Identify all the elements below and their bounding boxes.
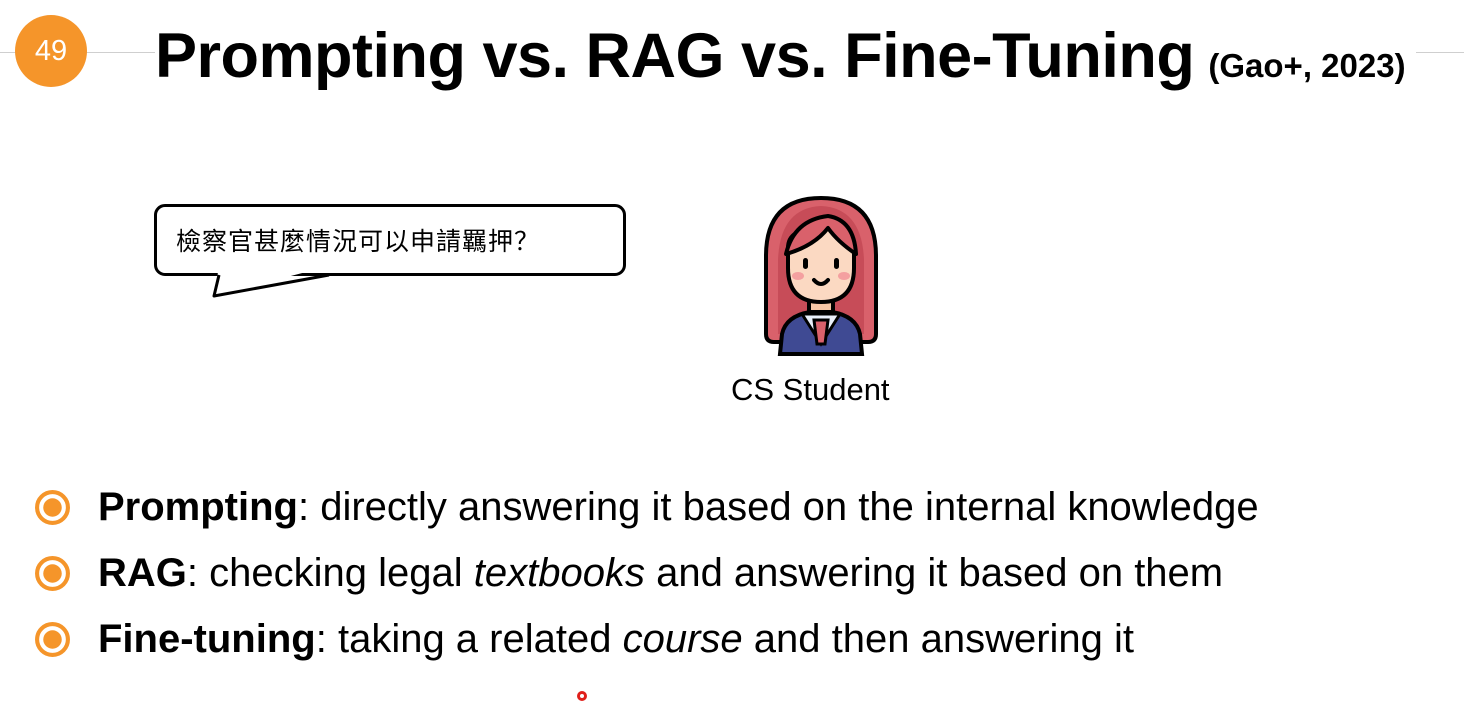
bullet-circle-icon [35,489,70,525]
bullet-item-fine-tuning: Fine-tuning: taking a related course and… [34,606,1259,672]
avatar-label: CS Student [731,372,890,407]
bullet-line: Prompting: directly answering it based o… [98,485,1259,530]
bullet-line: RAG: checking legal textbooks and answer… [98,551,1223,596]
bullet-circle-icon [35,555,70,591]
bullet-item-prompting: Prompting: directly answering it based o… [34,474,1259,540]
speech-bubble-text: 檢察官甚麼情況可以申請羈押？ [176,227,541,256]
student-girl-icon [764,195,878,356]
bullet-emphasis: course [622,616,743,661]
bullet-text-tail: and answering it based on them [644,550,1224,595]
bullet-separator: : [186,550,199,595]
title-block: Prompting vs. RAG vs. Fine-Tuning (Gao+, … [155,18,1416,94]
bullet-text: directly answering it based on the inter… [309,484,1259,529]
slide-number-badge: 49 [15,15,87,87]
bullet-separator: : [315,616,327,661]
slide-title: Prompting vs. RAG vs. Fine-Tuning [155,21,1195,91]
bullet-separator: : [297,484,310,529]
bullet-line: Fine-tuning: taking a related course and… [98,617,1134,662]
bullet-term: Fine-tuning [98,616,316,661]
title-citation: (Gao+, 2023) [1208,47,1406,84]
bullet-list: Prompting: directly answering it based o… [34,474,1259,672]
bullet-circle-icon [35,621,70,657]
laser-pointer-dot [577,691,587,701]
bullet-text: checking legal [198,550,474,595]
bullet-text: taking a related [326,616,623,661]
bullet-term: Prompting [98,484,298,529]
bullet-item-rag: RAG: checking legal textbooks and answer… [34,540,1259,606]
speech-bubble-tail [212,266,330,298]
bullet-term: RAG [98,550,187,595]
bullet-emphasis: textbooks [473,550,645,595]
slide-number: 49 [34,34,68,67]
bullet-text-tail: and then answering it [742,616,1135,661]
